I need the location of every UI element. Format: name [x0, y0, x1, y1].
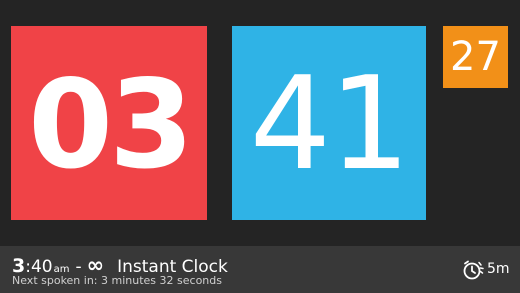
next-spoken-text: Next spoken in: 3 minutes 32 seconds — [12, 274, 222, 287]
hours-value: 03 — [28, 54, 194, 196]
hours-tile: 03 — [11, 26, 207, 220]
seconds-tile: 27 — [443, 26, 508, 88]
seconds-value: 27 — [450, 34, 501, 80]
notification-bar[interactable]: 3 :40 am - ∞ Instant Clock Next spoken i… — [0, 246, 520, 293]
minutes-tile: 41 — [232, 26, 426, 220]
minutes-value: 41 — [249, 50, 411, 199]
interval-label: 5m — [487, 261, 510, 277]
instant-clock-screen: 03 41 27 3 :40 am - ∞ Instant Clock Next… — [0, 0, 520, 293]
alarm-clock-speaking-icon[interactable] — [462, 259, 484, 281]
